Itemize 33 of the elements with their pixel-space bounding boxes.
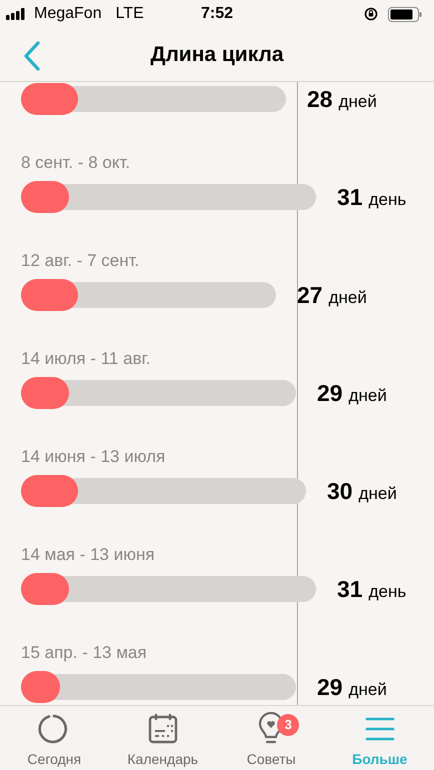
date-range: 12 авг. - 7 сент. xyxy=(21,250,140,270)
battery-icon xyxy=(388,6,422,22)
day-count: 27 xyxy=(297,280,323,310)
date-range: 14 июня - 13 июля xyxy=(21,446,166,466)
date-range: 14 мая - 13 июня xyxy=(21,544,156,564)
date-range: 14 июля - 11 авг. xyxy=(21,348,152,368)
day-unit: день xyxy=(368,188,406,211)
date-range: 8 сент. - 8 окт. xyxy=(21,152,132,172)
rotation-lock-icon xyxy=(364,7,378,21)
clock-time: 7:52 xyxy=(200,4,234,24)
screen-title: Длина цикла xyxy=(150,42,284,68)
menu-icon xyxy=(364,715,395,743)
tab-item[interactable]: Календарь xyxy=(108,706,217,770)
day-count: 30 xyxy=(327,476,353,506)
tab-item[interactable]: Сегодня xyxy=(0,706,108,770)
tab-item[interactable]: 3 Советы xyxy=(217,706,326,770)
day-unit: дней xyxy=(348,678,387,701)
day-unit: дней xyxy=(348,384,387,407)
notification-badge: 3 xyxy=(277,714,300,736)
day-unit: дней xyxy=(338,90,377,113)
network-type: LTE xyxy=(116,4,144,24)
day-count: 31 xyxy=(337,574,363,604)
day-count: 31 xyxy=(337,182,363,212)
day-count: 29 xyxy=(317,672,343,702)
day-unit: дней xyxy=(328,286,367,309)
carrier-name: MegaFon xyxy=(34,4,102,24)
day-unit: день xyxy=(368,580,406,603)
day-unit: дней xyxy=(358,482,397,505)
date-range: 15 апр. - 13 мая xyxy=(21,642,148,662)
day-count: 28 xyxy=(307,84,333,114)
day-count: 29 xyxy=(317,378,343,408)
calendar-icon xyxy=(146,713,179,745)
back-icon xyxy=(23,41,41,71)
